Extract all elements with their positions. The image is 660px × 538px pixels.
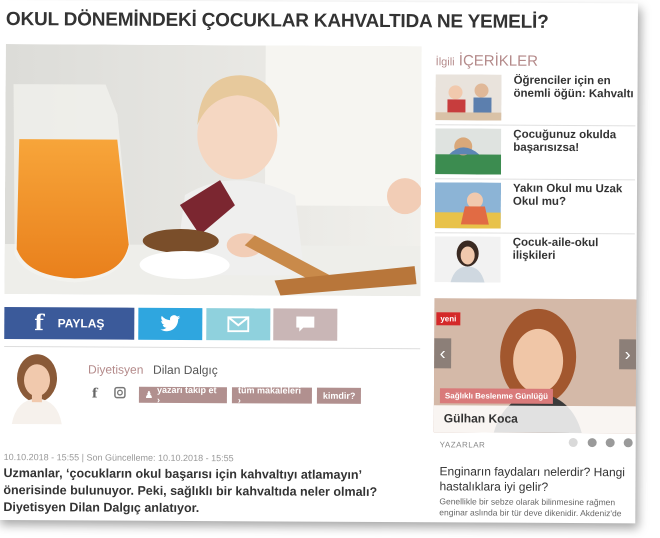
new-badge: yeni	[436, 312, 461, 326]
all-articles-button[interactable]: tüm makaleleri ›	[231, 385, 312, 405]
carousel-next-button[interactable]: ›	[619, 339, 637, 370]
divider	[4, 346, 421, 350]
author-avatar[interactable]	[6, 352, 68, 425]
author-role: Diyetisyen	[88, 362, 144, 377]
related-thumbnail	[435, 74, 502, 121]
publish-date: 10.10.2018 - 15:55 | Son Güncelleme: 10.…	[3, 452, 234, 464]
article-page: OKUL DÖNEMİNDEKİ ÇOCUKLAR KAHVALTIDA NE …	[0, 0, 638, 524]
instagram-icon[interactable]	[114, 386, 126, 402]
related-item[interactable]: Çocuk-aile-okul ilişkileri	[434, 236, 635, 285]
follow-author-label: yazarı takip et ›	[156, 384, 217, 405]
related-item-label: Yakın Okul mu Uzak Okul mu?	[512, 182, 623, 208]
section-label: YAZARLAR	[439, 440, 486, 450]
twitter-bird-icon	[160, 315, 181, 332]
hero-image	[4, 44, 422, 297]
related-item-label: Öğrenciler için en önemli öğün: Kahvaltı	[513, 74, 634, 101]
related-item[interactable]: Öğrenciler için en önemli öğün: Kahvaltı	[435, 74, 635, 123]
carousel-dot[interactable]	[623, 438, 633, 448]
related-thumbnail	[434, 236, 501, 283]
carousel-author-name[interactable]: Gülhan Koca	[433, 405, 636, 434]
divider	[435, 124, 636, 127]
envelope-icon	[227, 316, 250, 333]
related-item-label: Çocuğunuz okulda başarısızsa!	[513, 128, 617, 155]
facebook-icon: f	[34, 310, 44, 337]
carousel-prev-button[interactable]: ‹	[434, 338, 452, 369]
related-thumbnail	[435, 128, 502, 175]
mail-share-button[interactable]	[206, 308, 271, 341]
related-item-label: Çocuk-aile-okul ilişkileri	[512, 236, 599, 262]
related-item[interactable]: Yakın Okul mu Uzak Okul mu?	[434, 182, 635, 231]
author-carousel[interactable]: yeni ‹ › Sağlıklı Beslenme Günlüğü Gülha…	[433, 298, 637, 434]
divider	[435, 178, 636, 181]
article-lead: Uzmanlar, ‘çocukların okul başarısı için…	[3, 466, 378, 516]
feature-title[interactable]: Enginarın faydaları nelerdir? Hangi hast…	[439, 464, 635, 495]
carousel-dot[interactable]	[605, 438, 615, 448]
comment-button[interactable]	[273, 308, 338, 341]
divider	[434, 232, 635, 235]
carousel-dot[interactable]	[568, 437, 578, 448]
related-item[interactable]: Çocuğunuz okulda başarısızsa!	[435, 128, 635, 177]
who-is-button[interactable]: kimdir?	[316, 387, 361, 404]
facebook-share-label: PAYLAŞ	[57, 316, 105, 331]
related-thumbnail	[434, 182, 502, 229]
facebook-icon[interactable]: f	[92, 386, 98, 401]
author-name[interactable]: Dilan Dalgıç	[153, 363, 218, 377]
page-title: OKUL DÖNEMİNDEKİ ÇOCUKLAR KAHVALTIDA NE …	[5, 9, 549, 33]
related-heading-small: İlgili	[435, 56, 455, 69]
related-heading: İlgili İÇERİKLER	[435, 52, 539, 70]
carousel-dot[interactable]	[587, 438, 597, 448]
related-heading-big: İÇERİKLER	[458, 52, 539, 70]
user-plus-icon: ♟	[144, 389, 154, 400]
facebook-share-button[interactable]: f PAYLAŞ	[4, 307, 135, 340]
twitter-share-button[interactable]	[138, 307, 203, 341]
speech-bubble-icon	[296, 316, 315, 332]
follow-author-button[interactable]: ♟ yazarı takip et ›	[138, 384, 227, 405]
feature-text: Genellikle bir sebze olarak bilinmesine …	[439, 496, 622, 519]
blog-tag: Sağlıklı Beslenme Günlüğü	[439, 388, 554, 404]
